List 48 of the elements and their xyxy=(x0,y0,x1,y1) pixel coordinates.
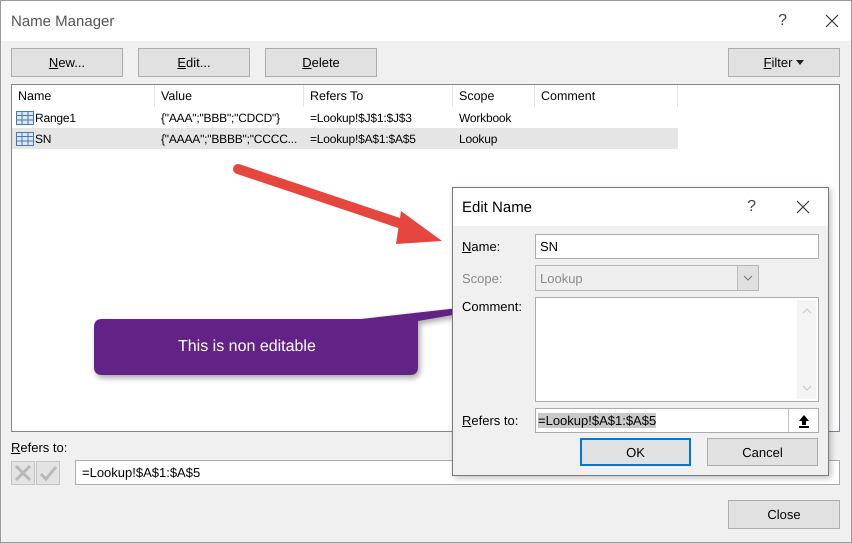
name-field[interactable]: SN xyxy=(535,234,819,259)
confirm-edit-button[interactable] xyxy=(36,460,60,484)
upload-arrow-icon xyxy=(798,414,810,428)
table-icon xyxy=(16,110,34,124)
scroll-up-icon xyxy=(802,308,812,314)
dialog-title: Edit Name xyxy=(462,198,534,216)
column-header[interactable]: Scope xyxy=(453,85,535,107)
table-cell: {"AAA";"BBB";"CDCD"} xyxy=(161,110,280,124)
column-header[interactable]: Value xyxy=(155,85,304,107)
callout-text: This is non editable xyxy=(178,338,316,356)
table-row[interactable]: SN {"AAAA";"BBBB";"CCCC... =Lookup!$A$1:$A$5 Lookup xyxy=(12,128,678,149)
filter-button[interactable]: Filter xyxy=(728,48,840,77)
refers-to-field[interactable]: =Lookup!$A$1:$A$5 xyxy=(535,408,819,433)
table-cell: =Lookup!$J$1:$J$3 xyxy=(310,110,412,124)
table-cell: Workbook xyxy=(459,110,512,124)
cross-icon xyxy=(13,462,33,482)
table-cell: Range1 xyxy=(35,110,76,124)
dialog-button[interactable]: Cancel xyxy=(707,438,818,466)
dialog-button[interactable]: OK xyxy=(580,438,691,466)
column-header[interactable]: Name xyxy=(12,85,155,107)
column-header[interactable]: Refers To xyxy=(304,85,453,107)
refers-to-label: Refers to: xyxy=(462,413,520,428)
close-icon[interactable] xyxy=(796,200,810,214)
cancel-edit-button[interactable] xyxy=(11,460,35,484)
scroll-down-icon xyxy=(802,385,812,391)
table-cell: Lookup xyxy=(459,132,498,146)
table-icon xyxy=(16,132,34,146)
toolbar-button[interactable]: Edit... xyxy=(138,48,250,77)
comment-label: Comment: xyxy=(462,299,523,314)
scrollbar[interactable] xyxy=(797,300,816,399)
chevron-down-icon xyxy=(743,275,753,281)
comment-field[interactable] xyxy=(535,297,819,402)
close-button[interactable]: Close xyxy=(728,500,840,529)
toolbar-button[interactable]: New... xyxy=(11,48,123,77)
window-title: Name Manager xyxy=(11,12,116,30)
name-label: Name: xyxy=(462,239,502,254)
refers-to-label: Refers to: xyxy=(11,440,68,455)
table-cell: SN xyxy=(35,132,52,146)
help-button[interactable]: ? xyxy=(747,198,756,216)
caret-icon xyxy=(796,60,804,65)
help-button[interactable]: ? xyxy=(778,12,787,30)
table-row[interactable]: Range1 {"AAA";"BBB";"CDCD"} =Lookup!$J$1:$J$3 Workbook xyxy=(12,107,678,128)
scope-label: Scope: xyxy=(462,270,504,286)
column-header[interactable]: Comment xyxy=(535,85,678,107)
close-icon[interactable] xyxy=(825,14,839,28)
table-cell: =Lookup!$A$1:$A$5 xyxy=(310,132,416,146)
table-cell: {"AAAA";"BBBB";"CCCC... xyxy=(161,132,298,146)
toolbar-button[interactable]: Delete xyxy=(265,48,377,77)
